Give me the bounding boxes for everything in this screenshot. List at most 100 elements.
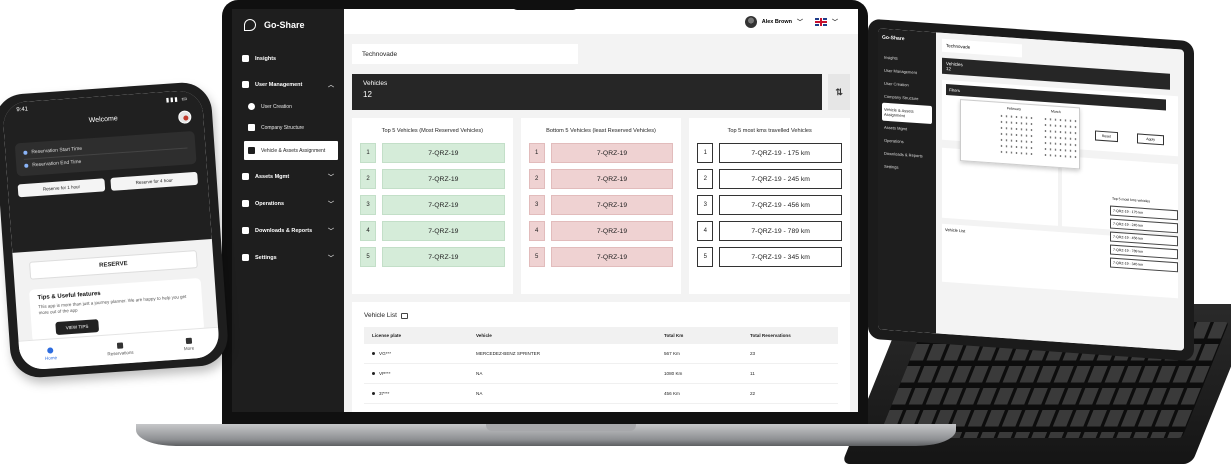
sidebar-subitem-company-structure[interactable]: Company Structure [232,118,344,137]
sidebar-subitem-user-creation[interactable]: User Creation [232,97,344,116]
reserve-button[interactable]: RESERVE [29,250,198,280]
row-bullet [372,352,375,355]
tablet-km-item: 7-QRZ-19 - 245 km [1110,218,1178,234]
calendar-grid-2[interactable] [1043,115,1079,159]
language-selector[interactable]: ﹀ [814,17,838,26]
tablet-filters-panel: Filters February March Reset Apply [942,79,1178,170]
rank-number: 2 [697,169,714,189]
rank-number: 1 [697,143,714,163]
bottom5-card: Bottom 5 Vehicles (least Reserved Vehicl… [520,118,682,294]
tablet-brand: Go-Share [882,34,905,43]
brand[interactable]: Go-Share [232,9,344,43]
sidebar-item-insights[interactable]: Insights [232,49,344,68]
rank-number: 5 [697,247,714,267]
tablet-km-item: 7-QRZ-19 - 345 km [1110,257,1178,273]
cell-km: 1080 Km [664,371,683,376]
laptop-screen: Go-Share Insights User Management ︿ User… [232,9,858,412]
nav-label: Home [44,355,58,361]
view-tips-button[interactable]: VIEW TIPS [55,318,99,335]
user-menu[interactable]: Alex Brown ﹀ [744,15,803,28]
building-icon [248,124,255,131]
cell-plate: 37*** [379,391,390,396]
user-icon [248,103,255,110]
device-mockup-scene: Go-Share Insights User Management User C… [0,0,1231,468]
km5-card: Top 5 most kms travelled Vehicles 1 7-QRZ… [689,118,851,294]
vehicles-row: Vehicles 12 ⇅ [352,74,850,110]
sidebar-item-operations[interactable]: Operations ﹀ [232,193,344,214]
sidebar-item-label: Settings [255,254,277,261]
sidebar-subitem-label: Vehicle & Assets Assignment [261,147,326,154]
user-name: Alex Brown [761,18,792,25]
rank-value: 7-QRZ-19 [550,169,674,189]
sidebar-subitem-vehicle-assignment[interactable]: Vehicle & Assets Assignment [244,141,338,160]
rank-number: 3 [360,195,376,215]
sidebar-item-label: User Management [255,81,303,88]
rank-value: 7-QRZ-19 - 345 km [719,247,843,267]
card-title: Top 5 most kms travelled Vehicles [727,128,812,134]
sidebar-item-label: Assets Mgmt [255,173,290,180]
column-header[interactable]: Total Km [664,333,750,338]
nav-more[interactable]: More [183,337,195,352]
nav-home[interactable]: Home [44,347,57,361]
rank-number: 2 [360,169,376,189]
tablet-org-selector[interactable]: Technovade [942,38,1022,58]
download-icon [242,227,249,234]
nav-label: Reservations [107,349,134,357]
reserve-4-hour-button[interactable]: Reserve for 4 hour [110,171,199,191]
vehicles-count: 12 [363,90,372,99]
tablet-nav-settings[interactable]: Settings [882,160,932,176]
rank-row: 3 7-QRZ-19 [528,195,674,215]
column-header[interactable]: Vehicle [476,333,664,338]
tablet-km-item: 7-QRZ-19 - 789 km [1110,244,1178,260]
tablet-frame: Go-Share Insights User Management User C… [868,18,1194,362]
tablet-apply-button[interactable]: Apply [1137,133,1164,146]
sidebar-item-downloads[interactable]: Downloads & Reports ﹀ [232,220,344,241]
tablet-vehicles-count: 12 [946,66,952,72]
tablet-reset-button[interactable]: Reset [1094,130,1118,143]
top5-card: Top 5 Vehicles (Most Reserved Vehicles) … [352,118,513,294]
column-header[interactable]: Total Reservations [750,333,830,338]
rank-value: 7-QRZ-19 [550,195,674,215]
rank-row: 2 7-QRZ-19 [360,169,505,189]
cell-reservations: 11 [750,371,755,376]
avatar[interactable] [177,110,192,125]
rank-row: 4 7-QRZ-19 - 789 km [697,221,843,241]
cell-plate: VG*** [379,351,392,356]
cell-km: 456 Km [664,391,680,396]
reserve-1-hour-button[interactable]: Reserve for 1 hour [17,178,106,198]
phone-screen: 9:41 ▮▮▮ ▭ Welcome Reservation Start Tim… [1,89,221,371]
laptop-base-notch [486,424,636,431]
reservation-times: Reservation Start Time Reservation End T… [14,130,197,177]
organization-selector[interactable]: Technovade [352,44,578,64]
sort-button[interactable]: ⇅ [828,74,850,110]
vehicles-summary: Vehicles 12 [352,74,823,110]
sidebar-item-assets[interactable]: Assets Mgmt ﹀ [232,166,344,187]
sidebar-item-label: Insights [255,55,277,62]
nav-reservations[interactable]: Reservations [107,342,134,357]
table-header: License plate Vehicle Total Km Total Res… [364,327,838,344]
money-bag-icon [242,173,249,180]
sidebar-item-settings[interactable]: Settings ﹀ [232,247,344,268]
content: Technovade Vehicles 12 ⇅ Top 5 Vehicles … [344,34,858,412]
rank-value: 7-QRZ-19 [382,169,505,189]
rank-row: 2 7-QRZ-19 - 245 km [697,169,843,189]
rank-number: 3 [697,195,714,215]
laptop-device: Go-Share Insights User Management ︿ User… [222,0,868,424]
cell-vehicle: NA [476,371,483,376]
tablet-date-picker[interactable]: February March [960,99,1080,170]
table-row[interactable]: VP*** NA 1080 Km 11 [364,364,838,384]
nav-label: More [183,345,195,352]
sidebar-item-user-management[interactable]: User Management ︿ [232,74,344,95]
column-header[interactable]: License plate [372,333,476,338]
row-bullet [372,372,375,375]
calendar-month-2: March [1051,109,1061,115]
rank-number: 4 [528,221,545,241]
table-row[interactable]: 37*** NA 456 Km 22 [364,384,838,404]
export-icon[interactable] [400,312,408,319]
tablet-km-item: 7-QRZ-19 - 456 km [1110,231,1178,247]
rank-number: 3 [528,195,545,215]
rank-value: 7-QRZ-19 - 456 km [719,195,843,215]
rank-row: 1 7-QRZ-19 [528,143,674,163]
table-row[interactable]: VG*** MERCEDEZ-BENZ SPRINTER 567 Km 23 [364,344,838,364]
calendar-grid-1[interactable] [999,112,1035,156]
